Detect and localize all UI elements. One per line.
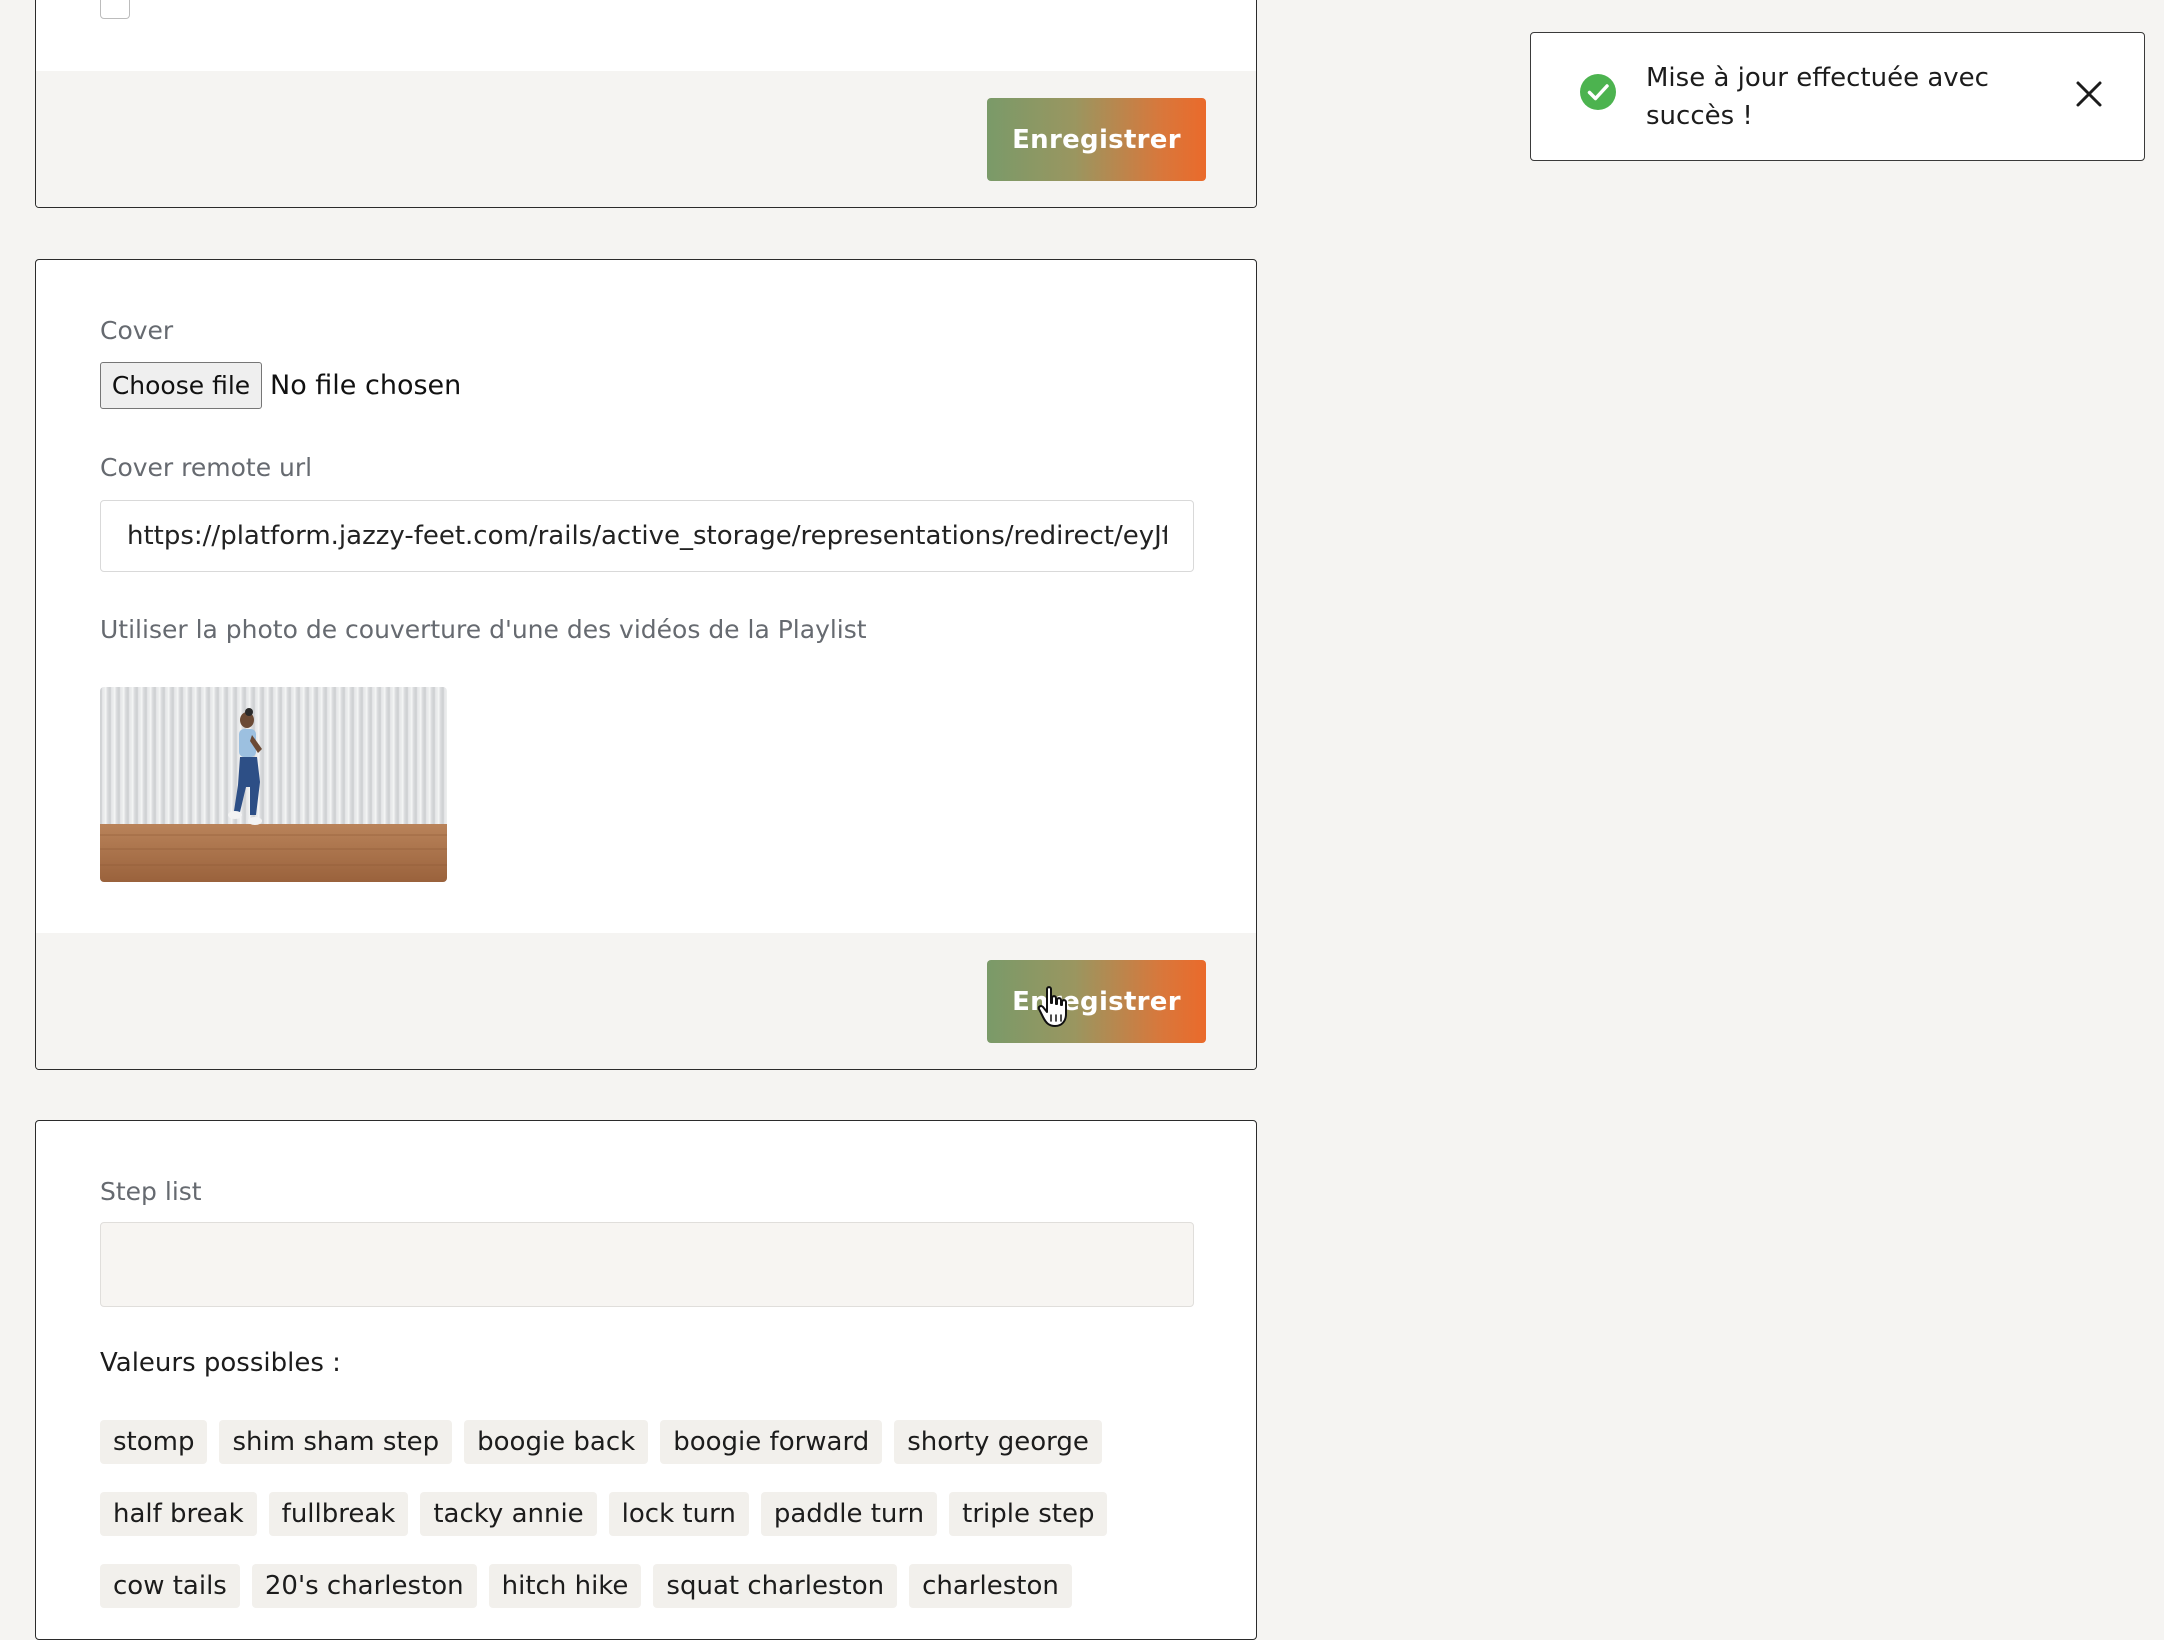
cover-remote-url-label: Cover remote url <box>100 453 313 482</box>
playlist-cover-label: Utiliser la photo de couverture d'une de… <box>100 615 867 644</box>
dancer-photo <box>100 687 447 882</box>
steps-card: Step list Valeurs possibles : stomp shim… <box>35 1120 1257 1640</box>
step-tag[interactable]: fullbreak <box>268 1492 409 1536</box>
settings-card-footer: Enregistrer <box>36 71 1256 207</box>
cover-file-input: Choose file No file chosen <box>100 362 461 409</box>
step-tag[interactable]: paddle turn <box>760 1492 938 1536</box>
option-checkbox[interactable] <box>100 0 130 19</box>
close-icon[interactable] <box>2074 79 2104 109</box>
step-tag[interactable]: boogie back <box>464 1420 649 1464</box>
step-tag[interactable]: lock turn <box>608 1492 749 1536</box>
step-tag[interactable]: stomp <box>100 1420 208 1464</box>
possible-values-list: stomp shim sham step boogie back boogie … <box>100 1420 1200 1608</box>
file-status: No file chosen <box>270 370 462 401</box>
step-tag[interactable]: charleston <box>909 1564 1072 1608</box>
step-list-label: Step list <box>100 1177 202 1206</box>
cover-card-footer: Enregistrer <box>36 933 1256 1069</box>
cover-remote-url-input[interactable] <box>100 500 1194 572</box>
step-tag[interactable]: cow tails <box>100 1564 240 1608</box>
step-tag[interactable]: squat charleston <box>653 1564 898 1608</box>
step-tag[interactable]: 20's charleston <box>251 1564 477 1608</box>
toast-message: Mise à jour effectuée avec succès ! <box>1646 63 1989 131</box>
save-button[interactable]: Enregistrer <box>987 960 1206 1043</box>
step-tag[interactable]: hitch hike <box>488 1564 642 1608</box>
step-tag[interactable]: half break <box>100 1492 257 1536</box>
step-tag[interactable]: shorty george <box>894 1420 1102 1464</box>
cover-label: Cover <box>100 316 174 345</box>
step-tag[interactable]: boogie forward <box>660 1420 883 1464</box>
step-tag[interactable]: shim sham step <box>219 1420 453 1464</box>
step-list-input[interactable] <box>100 1222 1194 1307</box>
save-button[interactable]: Enregistrer <box>987 98 1206 181</box>
choose-file-button[interactable]: Choose file <box>100 362 262 409</box>
settings-card: Enregistrer <box>35 0 1257 208</box>
video-cover-thumbnail[interactable] <box>100 687 447 882</box>
success-toast: Mise à jour effectuée avec succès ! <box>1530 32 2145 161</box>
possible-values-title: Valeurs possibles : <box>100 1348 341 1378</box>
step-tag[interactable]: triple step <box>949 1492 1108 1536</box>
check-circle-icon <box>1580 74 1616 110</box>
step-tag[interactable]: tacky annie <box>420 1492 597 1536</box>
cover-card: Cover Choose file No file chosen Cover r… <box>35 259 1257 1070</box>
